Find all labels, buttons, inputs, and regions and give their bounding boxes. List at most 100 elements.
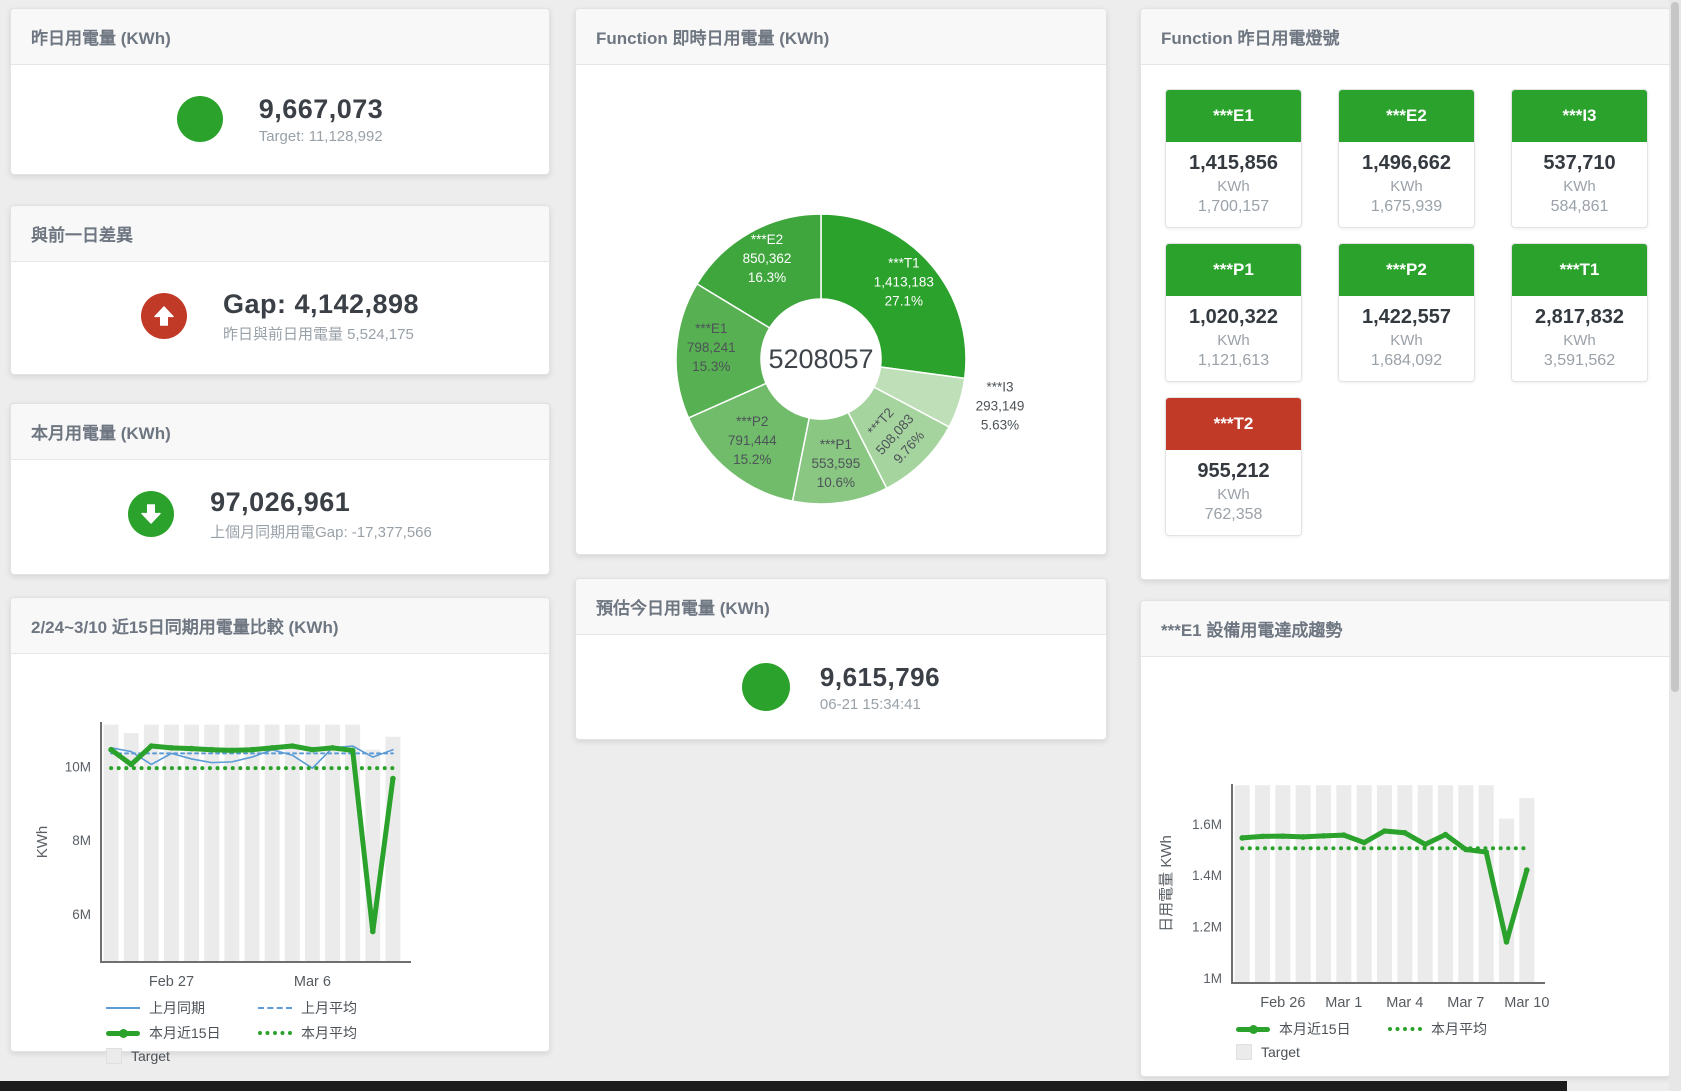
- data-point[interactable]: [1443, 832, 1449, 838]
- tile-e2[interactable]: ***E21,496,662KWh1,675,939: [1338, 89, 1475, 228]
- data-point[interactable]: [310, 747, 316, 753]
- svg-text:16.3%: 16.3%: [748, 270, 786, 285]
- tile-i3[interactable]: ***I3537,710KWh584,861: [1511, 89, 1648, 228]
- legend-item-square[interactable]: Target: [1236, 1044, 1378, 1060]
- scrollbar-thumb[interactable]: [1671, 2, 1679, 692]
- target-bar[interactable]: [204, 725, 219, 962]
- data-point[interactable]: [149, 743, 155, 749]
- target-bar[interactable]: [164, 725, 179, 962]
- y-tick-label: 8M: [72, 833, 91, 848]
- data-point[interactable]: [169, 745, 175, 751]
- target-bar[interactable]: [285, 725, 300, 962]
- arrow-up-glyph: [151, 303, 177, 329]
- data-point[interactable]: [370, 929, 376, 935]
- svg-text:791,444: 791,444: [728, 433, 777, 448]
- legend-item-square[interactable]: Target: [106, 1048, 248, 1064]
- tile-unit: KWh: [1339, 178, 1474, 195]
- legend-item-dots[interactable]: 本月平均: [1388, 1019, 1530, 1039]
- data-point[interactable]: [189, 746, 195, 752]
- data-point[interactable]: [1524, 867, 1530, 873]
- card-yesterday-title: 昨日用電量 (KWh): [11, 9, 549, 65]
- target-bar[interactable]: [305, 725, 320, 962]
- x-tick-label: Mar 10: [1504, 995, 1549, 1011]
- target-bar[interactable]: [1458, 785, 1473, 983]
- target-bar[interactable]: [1397, 785, 1412, 983]
- tile-target: 3,591,562: [1512, 352, 1647, 370]
- target-bar[interactable]: [1357, 785, 1372, 983]
- legend-item-line[interactable]: 上月同期: [106, 998, 248, 1018]
- legend-item-dots[interactable]: 本月平均: [258, 1023, 400, 1043]
- target-bar[interactable]: [385, 737, 400, 962]
- month-gap-sub: 上個月同期用電Gap: -17,377,566: [210, 521, 432, 542]
- forecast-value: 9,615,796: [820, 662, 940, 693]
- x-tick-label: Feb 26: [1260, 995, 1305, 1011]
- y-tick-label: 1M: [1203, 971, 1222, 986]
- data-point[interactable]: [1280, 833, 1286, 839]
- target-bar[interactable]: [1336, 785, 1351, 983]
- tile-t1[interactable]: ***T12,817,832KWh3,591,562: [1511, 243, 1648, 382]
- tile-target: 584,861: [1512, 198, 1647, 216]
- tile-e1[interactable]: ***E11,415,856KWh1,700,157: [1165, 89, 1302, 228]
- compare-chart[interactable]: 6M8M10MFeb 27Mar 6KWh: [11, 662, 547, 996]
- data-point[interactable]: [1260, 834, 1266, 840]
- data-point[interactable]: [269, 745, 275, 751]
- tile-value: 537,710: [1512, 152, 1647, 175]
- data-point[interactable]: [330, 745, 336, 751]
- target-bar[interactable]: [1499, 819, 1514, 983]
- x-tick-label: Mar 4: [1386, 995, 1423, 1011]
- scrollbar[interactable]: [1669, 0, 1681, 1091]
- data-point[interactable]: [1321, 833, 1327, 839]
- legend-item-dash[interactable]: 上月平均: [258, 998, 400, 1018]
- target-bar[interactable]: [1296, 785, 1311, 983]
- tile-value: 1,422,557: [1339, 306, 1474, 329]
- target-bar[interactable]: [1316, 785, 1331, 983]
- legend-item-thick[interactable]: 本月近15日: [1236, 1019, 1378, 1039]
- data-point[interactable]: [1504, 939, 1510, 945]
- legend-label: Target: [1261, 1044, 1300, 1060]
- tile-unit: KWh: [1166, 178, 1301, 195]
- target-bar[interactable]: [1377, 785, 1392, 983]
- data-point[interactable]: [289, 743, 295, 749]
- target-bar[interactable]: [104, 725, 119, 962]
- data-point[interactable]: [229, 748, 235, 754]
- svg-text:***E2: ***E2: [751, 232, 783, 247]
- target-bar[interactable]: [265, 725, 280, 962]
- card-yesterday-usage: 昨日用電量 (KWh) 9,667,073 Target: 11,128,992: [10, 8, 550, 175]
- data-point[interactable]: [209, 747, 215, 753]
- target-bar[interactable]: [1275, 785, 1290, 983]
- arrow-down-glyph: [138, 501, 164, 527]
- data-point[interactable]: [108, 747, 114, 753]
- tile-p1[interactable]: ***P11,020,322KWh1,121,613: [1165, 243, 1302, 382]
- target-bar[interactable]: [1235, 785, 1250, 983]
- data-point[interactable]: [390, 776, 396, 782]
- target-bar[interactable]: [1255, 785, 1270, 983]
- target-bar[interactable]: [1438, 785, 1453, 983]
- data-point[interactable]: [1239, 835, 1245, 841]
- legend-item-thick[interactable]: 本月近15日: [106, 1023, 248, 1043]
- donut-chart-title: Function 即時日用電量 (KWh): [576, 9, 1106, 65]
- data-point[interactable]: [1341, 832, 1347, 838]
- status-circle-icon: [742, 663, 790, 711]
- trend-chart[interactable]: 1M1.2M1.4M1.6MFeb 26Mar 1Mar 4Mar 7Mar 1…: [1141, 665, 1668, 1017]
- tile-t2[interactable]: ***T2955,212KWh762,358: [1165, 397, 1302, 536]
- data-point[interactable]: [1382, 828, 1388, 834]
- tile-unit: KWh: [1166, 486, 1301, 503]
- data-point[interactable]: [1300, 834, 1306, 840]
- donut-chart[interactable]: ***T11,413,18327.1%***I3293,1495.63%***T…: [576, 65, 1104, 552]
- tile-label: ***E1: [1166, 90, 1301, 142]
- tile-p2[interactable]: ***P21,422,557KWh1,684,092: [1338, 243, 1475, 382]
- svg-text:15.3%: 15.3%: [692, 359, 730, 374]
- target-bar[interactable]: [245, 725, 260, 962]
- data-point[interactable]: [350, 748, 356, 754]
- day-gap-sub: 昨日與前日用電量 5,524,175: [223, 323, 419, 344]
- svg-text:1,413,183: 1,413,183: [874, 275, 934, 290]
- target-bar[interactable]: [1418, 785, 1433, 983]
- svg-text:798,241: 798,241: [687, 340, 736, 355]
- data-point[interactable]: [1361, 840, 1367, 846]
- data-point[interactable]: [1402, 830, 1408, 836]
- target-bar[interactable]: [325, 725, 340, 962]
- data-point[interactable]: [1483, 849, 1489, 855]
- legend-label: 上月同期: [149, 998, 205, 1018]
- y-tick-label: 1.2M: [1192, 920, 1222, 935]
- data-point[interactable]: [249, 747, 255, 753]
